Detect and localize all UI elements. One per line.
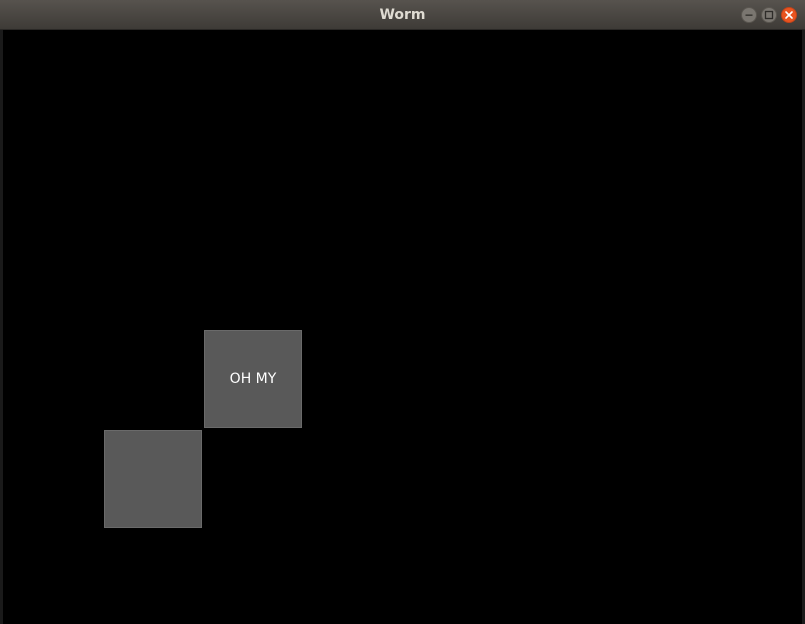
maximize-icon (764, 10, 774, 20)
close-button[interactable] (781, 7, 797, 23)
minimize-button[interactable] (741, 7, 757, 23)
app-window: Worm OH MY (0, 0, 805, 624)
maximize-button[interactable] (761, 7, 777, 23)
worm-segment-head: OH MY (204, 330, 302, 428)
tile-label: OH MY (229, 371, 277, 387)
window-title: Worm (379, 7, 426, 23)
title-bar[interactable]: Worm (0, 0, 805, 30)
worm-segment (104, 430, 202, 528)
game-canvas[interactable] (3, 30, 802, 624)
minimize-icon (745, 14, 753, 16)
close-icon (785, 11, 793, 19)
